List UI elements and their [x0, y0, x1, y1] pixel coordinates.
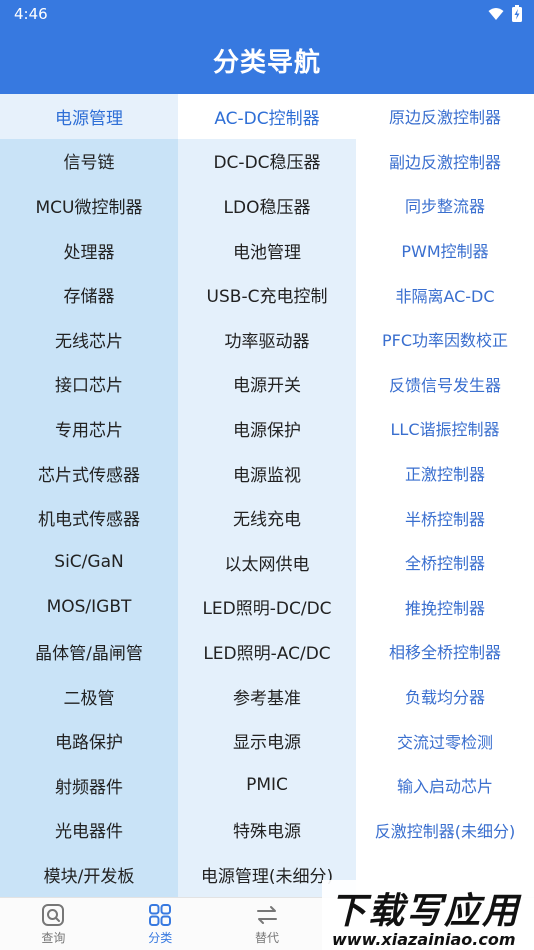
leaf-category-item[interactable]: 负载均分器 [356, 674, 534, 719]
category-item[interactable]: 光电器件 [0, 808, 178, 853]
category-item[interactable]: 专用芯片 [0, 406, 178, 451]
leaf-category-item[interactable]: 副边反激控制器 [356, 139, 534, 184]
tab-label: 查询 [41, 930, 66, 945]
subcategory-item[interactable]: 电源开关 [178, 362, 356, 407]
subcategory-item[interactable]: LED照明-AC/DC [178, 629, 356, 674]
subcategory-item[interactable]: AC-DC控制器 [178, 94, 356, 139]
leaf-category-item[interactable]: 半桥控制器 [356, 495, 534, 540]
leaf-category-item[interactable]: 反激控制器(未细分) [356, 808, 534, 853]
page-title: 分类导航 [212, 48, 321, 78]
category-item[interactable]: 芯片式传感器 [0, 451, 178, 496]
leaf-category-item[interactable]: 同步整流器 [356, 183, 534, 228]
category-column-level2: AC-DC控制器 DC-DC稳压器 LDO稳压器 电池管理 USB-C充电控制 … [178, 94, 356, 897]
leaf-category-item[interactable]: 交流过零检测 [356, 718, 534, 763]
subcategory-item[interactable]: 电源监视 [178, 451, 356, 496]
status-bar: 4:46 [0, 0, 534, 28]
category-item[interactable]: 机电式传感器 [0, 495, 178, 540]
subcategory-item[interactable]: 电源保护 [178, 406, 356, 451]
tab-label: 替代 [254, 930, 279, 945]
watermark: 下载写应用 www.xiazainiao.com [322, 880, 534, 950]
subcategory-item[interactable]: 参考基准 [178, 674, 356, 719]
subcategory-item[interactable]: 电池管理 [178, 228, 356, 273]
grid-icon [149, 903, 172, 926]
subcategory-item[interactable]: LED照明-DC/DC [178, 585, 356, 630]
leaf-category-item[interactable]: PWM控制器 [356, 228, 534, 273]
category-column-level3: 原边反激控制器 副边反激控制器 同步整流器 PWM控制器 非隔离AC-DC PF… [356, 94, 534, 897]
watermark-url: www.xiazainiao.com [332, 930, 516, 949]
category-item[interactable]: MOS/IGBT [0, 585, 178, 630]
leaf-category-item[interactable]: 全桥控制器 [356, 540, 534, 585]
category-item[interactable]: 模块/开发板 [0, 852, 178, 897]
leaf-category-item[interactable]: PFC功率因数校正 [356, 317, 534, 362]
tab-category[interactable]: 分类 [107, 898, 214, 950]
tab-label: 分类 [148, 930, 173, 945]
subcategory-item[interactable]: PMIC [178, 763, 356, 808]
category-item[interactable]: 信号链 [0, 139, 178, 184]
battery-icon [512, 5, 522, 22]
subcategory-item[interactable]: 特殊电源 [178, 808, 356, 853]
app-header: 分类导航 [0, 28, 534, 94]
category-item[interactable]: 二极管 [0, 674, 178, 719]
category-item[interactable]: 电路保护 [0, 718, 178, 763]
category-column-level1: 电源管理 信号链 MCU微控制器 处理器 存储器 无线芯片 接口芯片 专用芯片 … [0, 94, 178, 897]
leaf-category-item[interactable]: 推挽控制器 [356, 585, 534, 630]
watermark-title: 下载写应用 [330, 891, 521, 932]
search-icon [42, 903, 65, 926]
leaf-category-item[interactable]: 原边反激控制器 [356, 94, 534, 139]
category-item[interactable]: 晶体管/晶闸管 [0, 629, 178, 674]
wifi-icon [488, 7, 504, 20]
swap-icon [256, 905, 277, 924]
leaf-category-item[interactable]: 正激控制器 [356, 451, 534, 496]
category-item[interactable]: 无线芯片 [0, 317, 178, 362]
category-item[interactable]: 电源管理 [0, 94, 178, 139]
subcategory-item[interactable]: 以太网供电 [178, 540, 356, 585]
leaf-category-item[interactable]: 非隔离AC-DC [356, 272, 534, 317]
tab-replace[interactable]: 替代 [214, 898, 321, 950]
leaf-category-item[interactable]: LLC谐振控制器 [356, 406, 534, 451]
subcategory-item[interactable]: DC-DC稳压器 [178, 139, 356, 184]
subcategory-item[interactable]: USB-C充电控制 [178, 272, 356, 317]
leaf-category-item[interactable]: 输入启动芯片 [356, 763, 534, 808]
subcategory-item[interactable]: LDO稳压器 [178, 183, 356, 228]
status-icons [488, 5, 522, 22]
tab-query[interactable]: 查询 [0, 898, 107, 950]
leaf-category-item[interactable]: 相移全桥控制器 [356, 629, 534, 674]
subcategory-item[interactable]: 无线充电 [178, 495, 356, 540]
subcategory-item[interactable]: 功率驱动器 [178, 317, 356, 362]
category-item[interactable]: 射频器件 [0, 763, 178, 808]
category-item[interactable]: 存储器 [0, 272, 178, 317]
category-item[interactable]: 处理器 [0, 228, 178, 273]
category-item[interactable]: MCU微控制器 [0, 183, 178, 228]
status-time: 4:46 [14, 5, 48, 23]
leaf-category-item[interactable]: 反馈信号发生器 [356, 362, 534, 407]
category-item[interactable]: 接口芯片 [0, 362, 178, 407]
subcategory-item[interactable]: 显示电源 [178, 718, 356, 763]
category-item[interactable]: SiC/GaN [0, 540, 178, 585]
